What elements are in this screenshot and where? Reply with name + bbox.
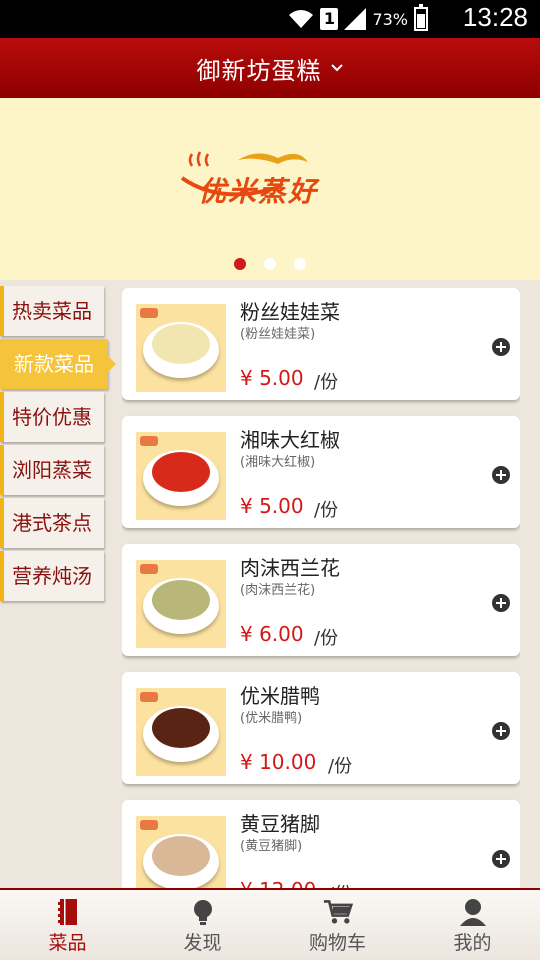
dish-card[interactable]: 粉丝娃娃菜 (粉丝娃娃菜) ¥ 5.00 /份 (122, 288, 520, 400)
dish-subtitle: (肉沫西兰花) (240, 583, 316, 598)
dish-price: ¥ 6.00 (240, 622, 304, 646)
category-special-offer[interactable]: 特价优惠 (0, 392, 104, 442)
nav-dishes[interactable]: 菜品 (0, 890, 135, 960)
dish-image (136, 304, 226, 392)
clock: 13:28 (462, 2, 528, 32)
dish-unit: /份 (314, 372, 339, 393)
dish-subtitle: (粉丝娃娃菜) (240, 327, 316, 342)
cabbage-dish-image (152, 324, 210, 364)
category-hot[interactable]: 热卖菜品 (0, 286, 104, 336)
dish-price: ¥ 10.00 (240, 750, 317, 774)
dish-name: 肉沫西兰花 (240, 556, 340, 580)
banner-pager (0, 258, 540, 270)
add-to-cart-button[interactable] (492, 466, 510, 484)
dish-price: ¥ 5.00 (240, 494, 304, 518)
pager-dot[interactable] (234, 258, 246, 270)
add-to-cart-button[interactable] (492, 594, 510, 612)
bottom-nav: 菜品 发现 购物车 我的 (0, 888, 540, 960)
nav-label: 我的 (453, 932, 492, 954)
cured-duck-dish-image (152, 708, 210, 748)
dish-subtitle: (湘味大红椒) (240, 455, 316, 470)
user-icon (459, 899, 486, 926)
add-to-cart-button[interactable] (492, 722, 510, 740)
dish-card[interactable]: 肉沫西兰花 (肉沫西兰花) ¥ 6.00 /份 (122, 544, 520, 656)
store-selector[interactable]: 御新坊蛋糕 (197, 38, 344, 98)
dish-unit: /份 (314, 628, 339, 649)
dish-image (136, 816, 226, 888)
dish-card[interactable]: 优米腊鸭 (优米腊鸭) ¥ 10.00 /份 (122, 672, 520, 784)
title-bar: 御新坊蛋糕 (0, 38, 540, 98)
promo-banner[interactable]: 优米蒸好 (0, 98, 540, 280)
nav-cart[interactable]: 购物车 (270, 890, 405, 960)
red-pepper-dish-image (152, 452, 210, 492)
dish-list[interactable]: 粉丝娃娃菜 (粉丝娃娃菜) ¥ 5.00 /份 湘味大红椒 (湘味大红椒) ¥ … (122, 288, 520, 888)
dish-subtitle: (优米腊鸭) (240, 711, 303, 726)
dish-image (136, 432, 226, 520)
menu-book-icon (57, 899, 77, 925)
dish-price: ¥ 5.00 (240, 366, 304, 390)
dish-card[interactable]: 黄豆猪脚 (黄豆猪脚) ¥ 12.00 /份 (122, 800, 520, 888)
pager-dot[interactable] (294, 258, 306, 270)
brand-stamp-icon (140, 308, 158, 318)
category-liuyang-steamed[interactable]: 浏阳蒸菜 (0, 445, 104, 495)
sim-badge: 1 (320, 8, 339, 30)
dish-card[interactable]: 湘味大红椒 (湘味大红椒) ¥ 5.00 /份 (122, 416, 520, 528)
cart-icon (323, 900, 353, 924)
dish-unit: /份 (328, 756, 353, 777)
pork-trotter-dish-image (152, 836, 210, 876)
battery-percent: 73% (372, 9, 408, 29)
dish-name: 优米腊鸭 (240, 684, 320, 708)
lightbulb-icon (193, 900, 212, 925)
dish-unit: /份 (328, 880, 352, 888)
brand-stamp-icon (140, 436, 158, 446)
nav-label: 购物车 (308, 932, 366, 954)
brand-stamp-icon (140, 820, 158, 830)
pager-dot[interactable] (264, 258, 276, 270)
dish-name: 粉丝娃娃菜 (240, 300, 340, 324)
dish-name: 湘味大红椒 (240, 428, 340, 452)
category-hk-dim-sum[interactable]: 港式茶点 (0, 498, 104, 548)
wifi-icon (289, 10, 314, 28)
brand-stamp-icon (140, 692, 158, 702)
status-bar: 1 73% 13:28 (0, 0, 540, 38)
add-to-cart-button[interactable] (492, 338, 510, 356)
brand-stamp-icon (140, 564, 158, 574)
nav-label: 发现 (183, 932, 222, 954)
dish-price: ¥ 12.00 (240, 878, 316, 888)
chevron-down-icon (330, 64, 343, 72)
dish-unit: /份 (314, 500, 339, 521)
page-title: 御新坊蛋糕 (196, 56, 322, 85)
logo-text: 优米蒸好 (198, 175, 319, 208)
brand-logo: 优米蒸好 (178, 146, 364, 212)
nav-discover[interactable]: 发现 (135, 890, 270, 960)
category-new[interactable]: 新款菜品 (0, 339, 116, 389)
add-to-cart-button[interactable] (492, 850, 510, 868)
nav-label: 菜品 (48, 932, 87, 954)
broccoli-dish-image (152, 580, 210, 620)
nav-profile[interactable]: 我的 (405, 890, 540, 960)
battery-icon (414, 4, 428, 31)
dish-subtitle: (黄豆猪脚) (240, 839, 303, 854)
category-soup[interactable]: 营养炖汤 (0, 551, 104, 601)
category-sidebar: 热卖菜品 新款菜品 特价优惠 浏阳蒸菜 港式茶点 营养炖汤 (0, 280, 116, 601)
dish-name: 黄豆猪脚 (240, 812, 320, 836)
dish-image (136, 688, 226, 776)
dish-image (136, 560, 226, 648)
signal-icon (344, 8, 367, 30)
